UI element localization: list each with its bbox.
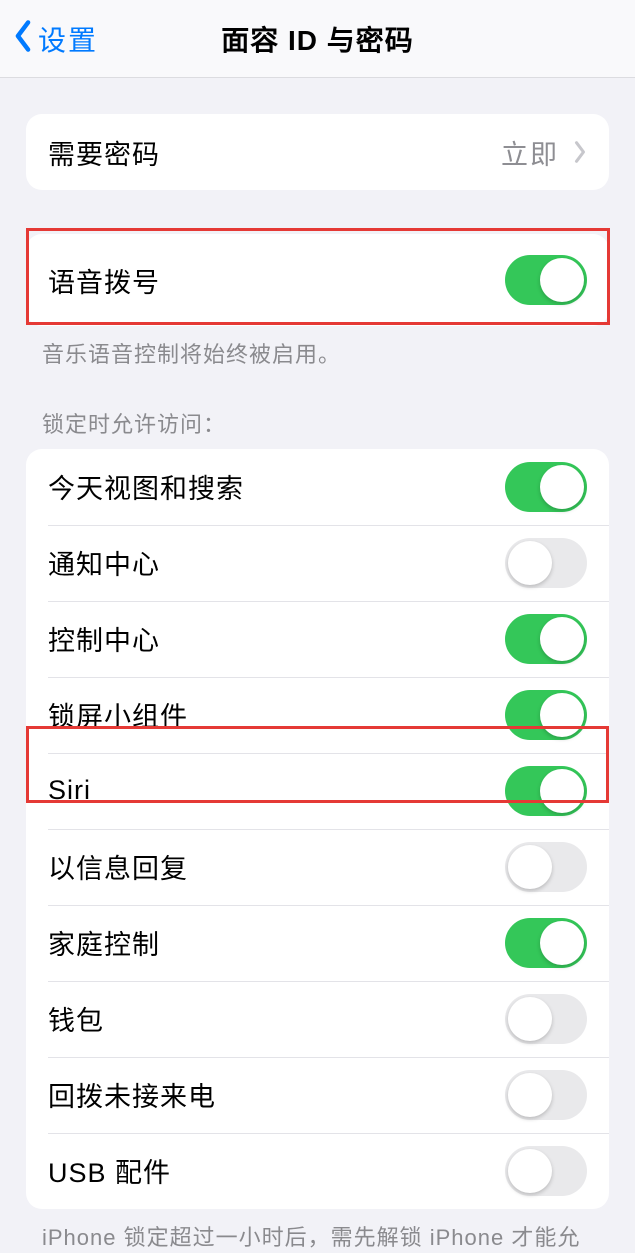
lock-access-toggle[interactable] <box>505 1146 587 1196</box>
chevron-left-icon <box>12 19 34 58</box>
lock-access-label: 通知中心 <box>48 543 160 582</box>
lock-access-label: 以信息回复 <box>48 847 188 886</box>
voice-dial-label: 语音拨号 <box>48 261 160 300</box>
lock-access-toggle[interactable] <box>505 690 587 740</box>
lock-access-row: 家庭控制 <box>26 905 609 981</box>
page-title: 面容 ID 与密码 <box>221 19 414 59</box>
lock-access-label: 今天视图和搜索 <box>48 467 244 506</box>
chevron-right-icon <box>573 140 587 164</box>
voice-dial-toggle[interactable] <box>505 255 587 305</box>
lock-access-row: 回拨未接来电 <box>26 1057 609 1133</box>
lock-access-toggle[interactable] <box>505 766 587 816</box>
lock-access-label: 控制中心 <box>48 619 160 658</box>
voice-dial-group: 语音拨号 <box>26 234 609 326</box>
lock-access-group: 今天视图和搜索通知中心控制中心锁屏小组件 Siri 以信息回复家庭控制钱包回拨未接来… <box>26 449 609 1209</box>
lock-access-toggle[interactable] <box>505 994 587 1044</box>
lock-access-row: 锁屏小组件 <box>26 677 609 753</box>
lock-access-row: 以信息回复 <box>26 829 609 905</box>
lock-access-row: 钱包 <box>26 981 609 1057</box>
voice-dial-row: 语音拨号 <box>26 234 609 326</box>
lock-access-toggle[interactable] <box>505 462 587 512</box>
back-label: 设置 <box>38 19 98 59</box>
lock-access-toggle[interactable] <box>505 614 587 664</box>
lock-access-header: 锁定时允许访问： <box>42 407 593 439</box>
lock-access-label: 锁屏小组件 <box>48 695 188 734</box>
lock-access-toggle[interactable] <box>505 1070 587 1120</box>
lock-access-row: 控制中心 <box>26 601 609 677</box>
lock-access-toggle[interactable] <box>505 538 587 588</box>
lock-access-toggle[interactable] <box>505 842 587 892</box>
navbar: 设置 面容 ID 与密码 <box>0 0 635 78</box>
require-passcode-row[interactable]: 需要密码 立即 <box>26 114 609 190</box>
lock-access-row: 今天视图和搜索 <box>26 449 609 525</box>
lock-access-toggle[interactable] <box>505 918 587 968</box>
require-passcode-value: 立即 <box>501 133 559 172</box>
lock-access-label: 回拨未接来电 <box>48 1075 216 1114</box>
lock-access-row: 通知中心 <box>26 525 609 601</box>
lock-access-label: USB 配件 <box>48 1151 171 1190</box>
lock-access-row: USB 配件 <box>26 1133 609 1209</box>
lock-access-footer: iPhone 锁定超过一小时后，需先解锁 iPhone 才能允许 USB 配件连… <box>42 1223 593 1253</box>
back-button[interactable]: 设置 <box>12 19 98 59</box>
lock-access-label: 钱包 <box>48 999 104 1038</box>
voice-dial-footer: 音乐语音控制将始终被启用。 <box>42 340 593 371</box>
require-passcode-label: 需要密码 <box>48 133 160 172</box>
lock-access-label: Siri <box>48 775 91 806</box>
lock-access-label: 家庭控制 <box>48 923 160 962</box>
lock-access-row: Siri <box>26 753 609 829</box>
passcode-group: 需要密码 立即 <box>26 114 609 190</box>
